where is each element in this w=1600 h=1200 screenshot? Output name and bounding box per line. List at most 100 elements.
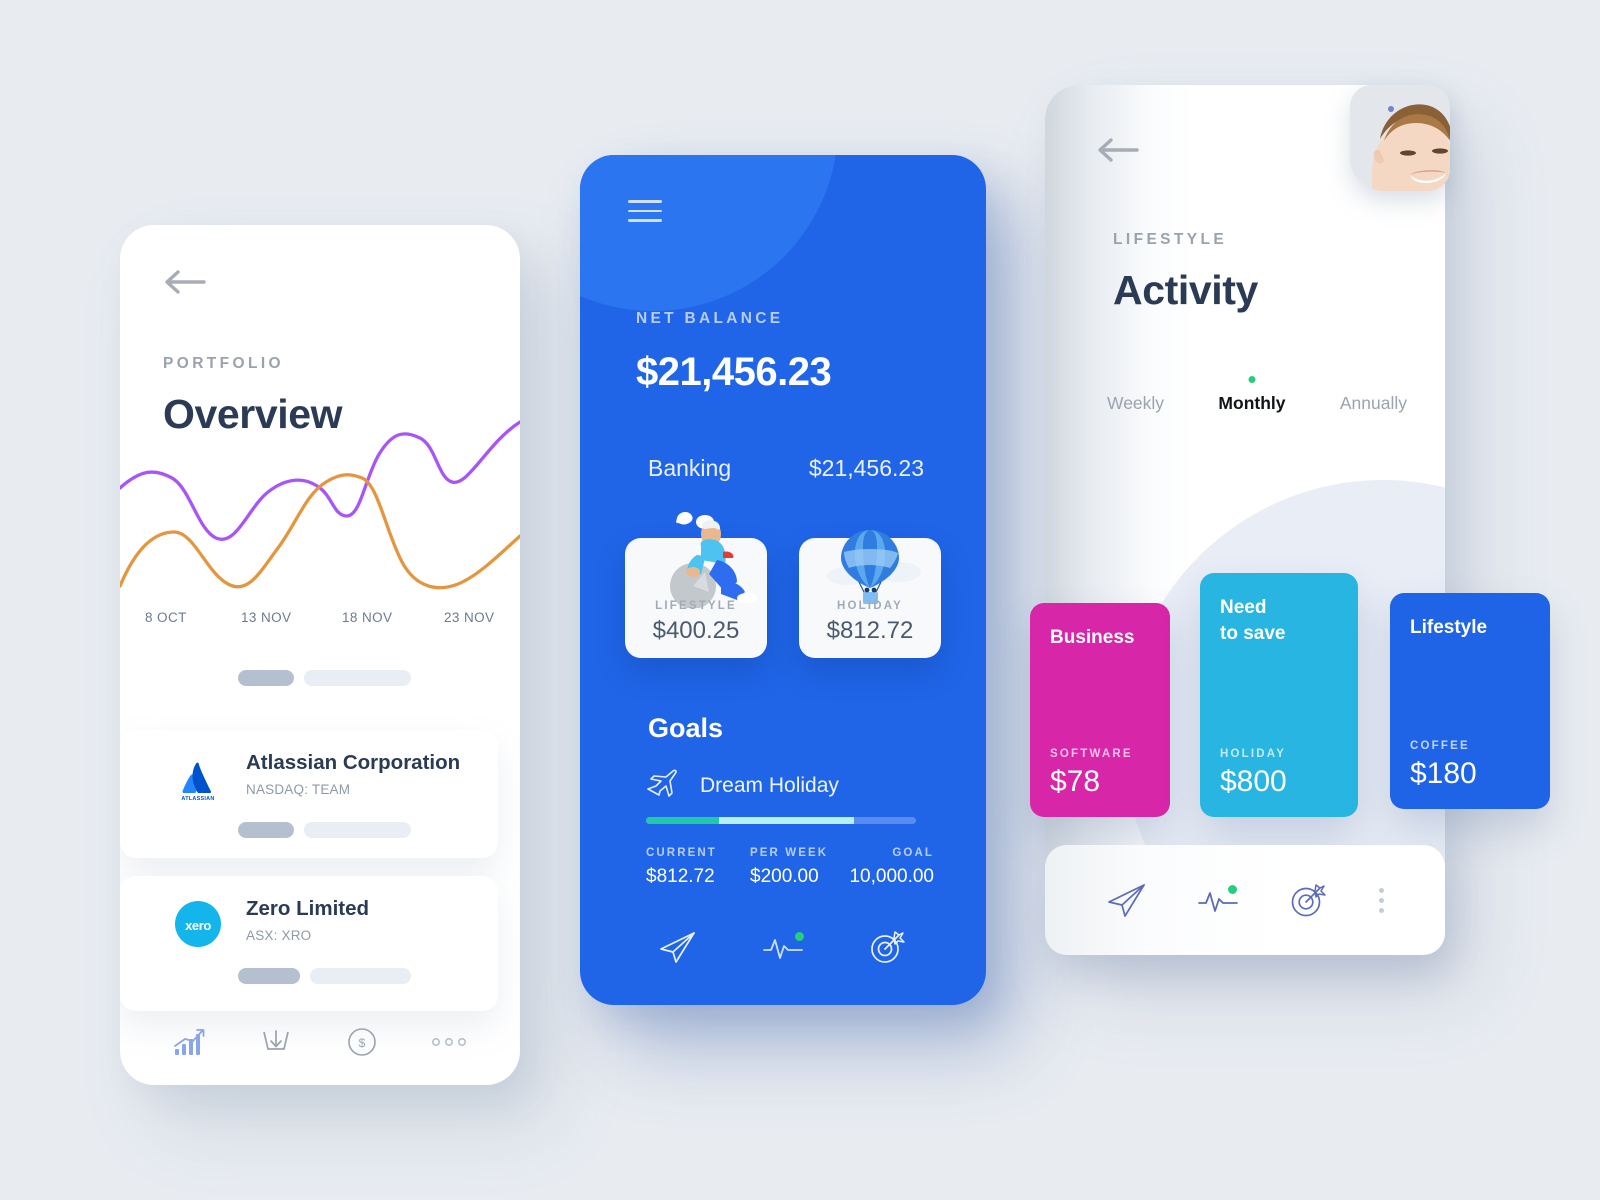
svg-text:xero: xero	[185, 918, 211, 933]
back-arrow-icon[interactable]	[162, 267, 206, 297]
period-tabs: Weekly Monthly Annually	[1107, 376, 1407, 414]
target-goal-icon[interactable]	[1288, 881, 1330, 919]
bar-card-lifestyle[interactable]: Lifestyle COFFEE $180	[1390, 593, 1550, 809]
target-goal-icon[interactable]	[868, 929, 908, 965]
bar-card-need-to-save[interactable]: Need to save HOLIDAY $800	[1200, 573, 1358, 817]
goal-row[interactable]: Dream Holiday	[646, 769, 839, 802]
bar-card-footer: SOFTWARE $78	[1050, 748, 1133, 799]
dot	[1379, 907, 1385, 913]
send-icon[interactable]	[658, 929, 698, 965]
placeholder-bars	[238, 822, 411, 838]
progress-segment-current	[646, 817, 719, 824]
bar-card-title: Lifestyle	[1410, 617, 1488, 638]
back-arrow-icon[interactable]	[1095, 135, 1139, 165]
goal-stat-current: CURRENT $812.72	[646, 847, 717, 888]
stock-ticker: ASX: XRO	[246, 927, 312, 943]
more-horizontal-icon[interactable]	[431, 1036, 467, 1048]
goals-heading: Goals	[648, 713, 724, 743]
stock-row: xero Zero Limited ASX: XRO	[172, 897, 370, 950]
bar-card-value: $78	[1050, 765, 1101, 798]
net-balance-amount: $21,456.23	[636, 350, 832, 394]
placeholder-bar	[310, 968, 411, 984]
phone-portfolio-overview: PORTFOLIO Overview 8 OCT 13 NOV 18 NOV 2…	[120, 225, 520, 1085]
tab-annually[interactable]: Annually	[1340, 393, 1407, 414]
card-value: $400.25	[652, 617, 740, 644]
placeholder-bar	[304, 670, 411, 686]
axis-tick: 13 NOV	[241, 610, 292, 625]
paper-plane-travel-icon	[646, 769, 678, 802]
bar-card-caption: COFFEE	[1410, 740, 1470, 752]
placeholder-bar	[238, 670, 294, 686]
active-tab-dot	[1248, 376, 1256, 383]
bar-card-business[interactable]: Business SOFTWARE $78	[1030, 603, 1170, 817]
pulse-activity-icon[interactable]	[1197, 885, 1239, 915]
activity-badge-dot	[795, 932, 804, 941]
account-amount: $21,456.23	[808, 455, 924, 481]
card-caption: HOLIDAY	[836, 600, 904, 612]
hot-air-balloon-illustration	[799, 516, 941, 608]
phone-activity: LIFESTYLE Activity Weekly Monthly Annual…	[1030, 85, 1550, 955]
activity-badge-dot	[1227, 885, 1237, 894]
hamburger-menu-icon[interactable]	[628, 200, 662, 222]
axis-tick: 8 OCT	[145, 610, 187, 625]
growth-chart-icon[interactable]	[173, 1027, 207, 1057]
page-eyebrow: LIFESTYLE	[1113, 231, 1228, 248]
net-balance-label: NET BALANCE	[636, 310, 784, 327]
placeholder-bars	[238, 670, 411, 686]
stock-name: Atlassian Corporation	[246, 751, 461, 774]
stock-card-xero[interactable]: xero Zero Limited ASX: XRO	[120, 876, 498, 1011]
tab-monthly[interactable]: Monthly	[1218, 376, 1286, 414]
send-icon[interactable]	[1106, 881, 1148, 919]
deposit-icon[interactable]	[260, 1027, 292, 1057]
account-name: Banking	[648, 455, 732, 481]
bottom-navigation: $	[120, 999, 520, 1085]
stat-label: CURRENT	[646, 847, 717, 859]
stock-row: ATLASSIAN Atlassian Corporation NASDAQ: …	[172, 751, 461, 804]
page-eyebrow: PORTFOLIO	[163, 355, 285, 372]
axis-tick: 23 NOV	[444, 610, 495, 625]
placeholder-bars	[238, 968, 411, 984]
design-canvas: PORTFOLIO Overview 8 OCT 13 NOV 18 NOV 2…	[0, 0, 1600, 1200]
more-vertical-icon[interactable]	[1379, 887, 1385, 913]
spend-card-lifestyle[interactable]: LIFESTYLE $400.25	[625, 512, 767, 658]
phone-net-balance: NET BALANCE $21,456.23 Banking $21,456.2…	[580, 155, 986, 1005]
bar-card-caption: HOLIDAY	[1220, 748, 1287, 760]
placeholder-bar	[304, 822, 411, 838]
progress-segment-projected	[718, 817, 854, 824]
axis-tick: 18 NOV	[342, 610, 393, 625]
placeholder-bar	[238, 822, 294, 838]
stat-label: GOAL	[892, 847, 934, 859]
dot	[1379, 887, 1385, 893]
bar-card-footer: HOLIDAY $800	[1220, 748, 1287, 799]
spend-card-holiday[interactable]: HOLIDAY $812.72	[799, 530, 941, 658]
card-caption: LIFESTYLE	[655, 600, 737, 612]
stat-value: $200.00	[750, 866, 819, 887]
svg-text:ATLASSIAN: ATLASSIAN	[181, 796, 214, 802]
atlassian-logo: ATLASSIAN	[172, 752, 224, 804]
bottom-navigation	[580, 907, 986, 987]
goal-stat-goal: GOAL 10,000.00	[849, 847, 934, 888]
stock-ticker: NASDAQ: TEAM	[246, 781, 351, 797]
bar-card-caption: SOFTWARE	[1050, 748, 1133, 760]
user-avatar[interactable]	[1350, 85, 1450, 191]
stock-name: Zero Limited	[246, 897, 370, 920]
tab-monthly-label: Monthly	[1218, 393, 1286, 413]
phone-surface	[1045, 85, 1445, 955]
goal-progress-bar	[646, 817, 916, 824]
bar-card-title: Business	[1050, 627, 1135, 648]
bottom-navigation	[1045, 845, 1445, 955]
stat-value: 10,000.00	[849, 866, 934, 887]
bar-card-value: $800	[1220, 765, 1287, 798]
tab-weekly[interactable]: Weekly	[1107, 393, 1164, 414]
bar-card-value: $180	[1410, 757, 1477, 790]
stat-label: PER WEEK	[750, 847, 829, 859]
pulse-activity-icon[interactable]	[762, 932, 804, 962]
card-value: $812.72	[826, 617, 914, 644]
bar-card-title: Need to save	[1220, 597, 1286, 644]
xero-logo: xero	[172, 898, 224, 950]
goal-stat-per-week: PER WEEK $200.00	[750, 847, 828, 888]
dot	[1379, 897, 1385, 903]
page-title: Activity	[1113, 267, 1258, 313]
stock-card-atlassian[interactable]: ATLASSIAN Atlassian Corporation NASDAQ: …	[120, 730, 498, 858]
dollar-circle-icon[interactable]: $	[346, 1026, 378, 1058]
